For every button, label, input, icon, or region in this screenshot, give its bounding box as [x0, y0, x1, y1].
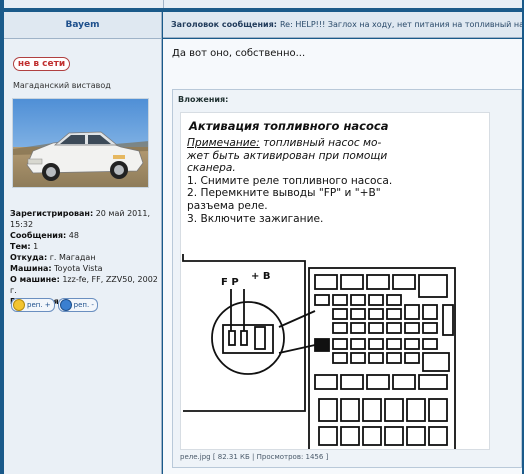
reputation-plus-button[interactable]: реп. + [11, 298, 55, 312]
speech-bubble-icon [59, 299, 72, 311]
fp-label: F P [221, 277, 239, 288]
post-subject: Re: HELP!!! Заглох на ходу, нет питания … [279, 20, 522, 29]
car-row: Машина: Toyota Vista [10, 264, 103, 273]
registered-row: Зарегистрирован: 20 май 2011, 15:32 [10, 209, 150, 229]
attachment-image[interactable]: Активация топливного насоса Примечание: … [180, 112, 490, 450]
user-sidebar: не в сети Магаданский виставод Зарегистр… [4, 39, 162, 474]
attachment-caption: реле.jpg [ 82.31 КБ | Просмотров: 1456 ] [180, 453, 329, 461]
author-header: Bayem [4, 12, 162, 39]
posts-row: Сообщения: 48 [10, 231, 79, 240]
author-name[interactable]: Bayem [65, 20, 99, 30]
fuse-box-diagram: F P + B [182, 254, 456, 449]
thumbs-up-icon [13, 299, 25, 311]
plus-b-label: + B [251, 271, 270, 282]
about-car-row: О машине: 1zz-fe, FF, ZZV50, 2002 г. [10, 275, 158, 295]
previous-post-edge [4, 0, 522, 8]
reputation-minus-button[interactable]: реп. - [57, 298, 98, 312]
user-profile-info: Зарегистрирован: 20 май 2011, 15:32 Сооб… [10, 208, 160, 307]
user-rank: Магаданский виставод [13, 81, 111, 90]
avatar [12, 98, 149, 188]
attachments-box: Вложения: Активация топливного насоса Пр… [172, 89, 522, 468]
subject-label: Заголовок сообщения: [171, 20, 277, 29]
reputation-buttons: реп. + реп. - [11, 298, 98, 312]
attachments-title: Вложения: [178, 95, 229, 104]
from-row: Откуда: г. Магадан [10, 253, 96, 262]
offline-status-badge: не в сети [13, 57, 70, 71]
topics-row: Тем: 1 [10, 242, 39, 251]
post-message: Да вот оно, собственно... [172, 48, 306, 59]
post-subject-bar: Заголовок сообщения: Re: HELP!!! Заглох … [163, 12, 522, 38]
